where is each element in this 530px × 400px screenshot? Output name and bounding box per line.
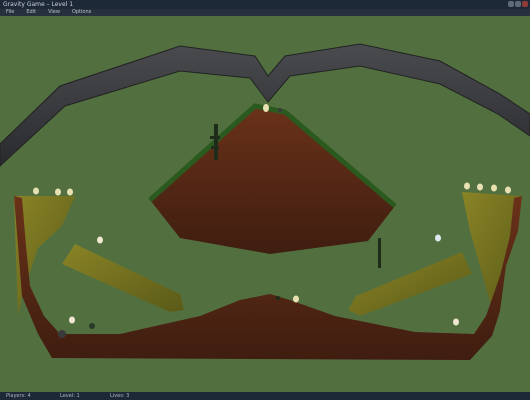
egg-icon[interactable] xyxy=(97,236,103,244)
status-bar: Players: 4 Level: 1 Lives: 3 xyxy=(0,392,530,400)
tree-icon xyxy=(214,124,218,160)
egg-icon[interactable] xyxy=(293,295,299,303)
tree-icon xyxy=(378,238,381,268)
egg-icon[interactable] xyxy=(33,187,39,195)
title-bar: Gravity Game – Level 1 xyxy=(0,0,530,9)
egg-icon[interactable] xyxy=(477,183,483,191)
close-icon[interactable] xyxy=(522,1,528,7)
tree-icon xyxy=(276,296,280,300)
rock-icon xyxy=(278,108,282,112)
menu-view[interactable]: View xyxy=(42,9,66,16)
rock-icon xyxy=(58,330,66,338)
game-window: Gravity Game – Level 1 File Edit View Op… xyxy=(0,0,530,400)
menu-edit[interactable]: Edit xyxy=(20,9,42,16)
egg-icon[interactable] xyxy=(453,318,459,326)
window-title: Gravity Game – Level 1 xyxy=(3,1,74,8)
rock-icon xyxy=(89,323,95,329)
status-center: Level: 1 xyxy=(60,393,80,399)
status-right: Lives: 3 xyxy=(110,393,130,399)
egg-icon[interactable] xyxy=(464,182,470,190)
egg-icon[interactable] xyxy=(491,184,497,192)
menu-options[interactable]: Options xyxy=(66,9,97,16)
status-left: Players: 4 xyxy=(6,393,31,399)
egg-icon[interactable] xyxy=(55,188,61,196)
menu-bar: File Edit View Options xyxy=(0,9,530,16)
menu-file[interactable]: File xyxy=(0,9,20,16)
maximize-icon[interactable] xyxy=(515,1,521,7)
egg-icon[interactable] xyxy=(435,234,441,242)
window-controls xyxy=(508,1,528,7)
game-canvas[interactable] xyxy=(0,16,530,392)
egg-icon[interactable] xyxy=(67,188,73,196)
egg-icon[interactable] xyxy=(69,316,75,324)
egg-icon[interactable] xyxy=(505,186,511,194)
egg-icon[interactable] xyxy=(263,104,269,112)
minimize-icon[interactable] xyxy=(508,1,514,7)
